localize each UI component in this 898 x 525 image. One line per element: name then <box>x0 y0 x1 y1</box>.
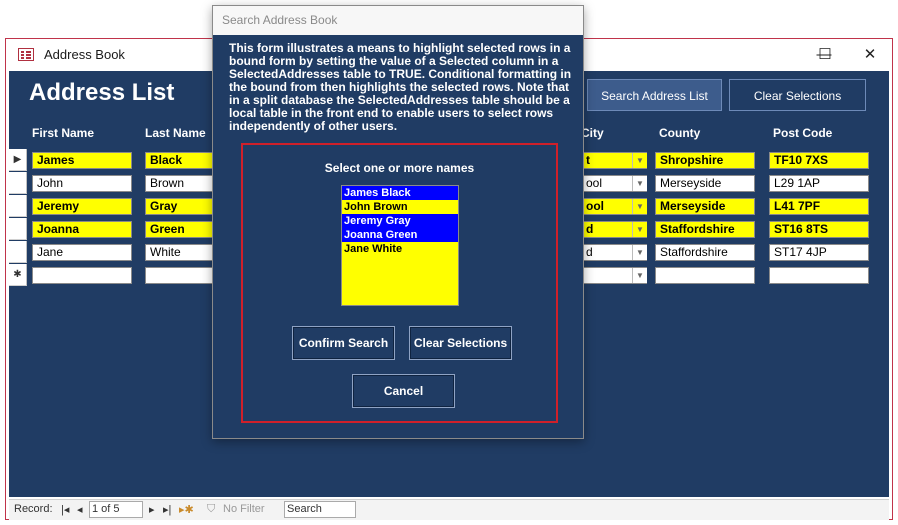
new-first-name-cell[interactable] <box>32 267 132 284</box>
form-title: Address List <box>29 79 175 106</box>
filter-icon: ⛉ <box>207 503 216 515</box>
select-names-prompt: Select one or more names <box>324 161 475 175</box>
cancel-button[interactable]: Cancel <box>352 374 455 408</box>
listbox-option[interactable]: Jeremy Gray <box>342 214 458 228</box>
chevron-down-icon[interactable]: ▼ <box>632 199 647 214</box>
last-record-icon[interactable]: ▸| <box>163 503 171 516</box>
column-header-post-code: Post Code <box>773 126 833 140</box>
chevron-down-icon[interactable]: ▼ <box>632 176 647 191</box>
post-code-cell[interactable]: L41 7PF <box>769 198 869 215</box>
column-header-last-name: Last Name <box>145 126 206 140</box>
new-county-cell[interactable] <box>655 267 755 284</box>
last-name-cell[interactable]: Green <box>145 221 215 238</box>
new-post-code-cell[interactable] <box>769 267 869 284</box>
first-name-cell[interactable]: Jeremy <box>32 198 132 215</box>
county-cell[interactable]: Merseyside <box>655 198 755 215</box>
names-listbox[interactable]: James Black John Brown Jeremy Gray Joanna G… <box>341 185 459 306</box>
close-button[interactable]: ✕ <box>847 39 893 71</box>
first-name-cell[interactable]: Jane <box>32 244 132 261</box>
search-address-list-button[interactable]: Search Address List <box>587 79 722 111</box>
county-cell[interactable]: Staffordshire <box>655 244 755 261</box>
dialog-clear-selections-button[interactable]: Clear Selections <box>409 326 512 360</box>
last-name-cell[interactable]: Black <box>145 152 215 169</box>
record-selector[interactable]: ▶ <box>9 149 27 171</box>
first-name-cell[interactable]: John <box>32 175 132 192</box>
dialog-title: Search Address Book <box>222 13 338 27</box>
record-navigation-bar: Record: |◂ ◂ 1 of 5 ▸ ▸| ▸✱ ⛉ No Filter … <box>9 499 889 520</box>
column-header-county: County <box>659 126 701 140</box>
county-cell[interactable]: Staffordshire <box>655 221 755 238</box>
post-code-cell[interactable]: ST17 4JP <box>769 244 869 261</box>
listbox-option[interactable]: Jane White <box>342 242 458 256</box>
first-record-icon[interactable]: |◂ <box>61 503 69 516</box>
last-name-cell[interactable]: Gray <box>145 198 215 215</box>
record-selector[interactable] <box>9 241 27 263</box>
record-label: Record: <box>14 503 53 515</box>
search-address-book-dialog: Search Address Book This form illustrate… <box>212 5 584 439</box>
post-code-cell[interactable]: TF10 7XS <box>769 152 869 169</box>
new-record-selector[interactable]: ✱ <box>9 264 27 286</box>
listbox-option[interactable]: John Brown <box>342 200 458 214</box>
last-name-cell[interactable]: Brown <box>145 175 215 192</box>
last-name-cell[interactable]: White <box>145 244 215 261</box>
county-cell[interactable]: Shropshire <box>655 152 755 169</box>
column-header-first-name: First Name <box>32 126 95 140</box>
record-selector[interactable] <box>9 195 27 217</box>
column-header-city: City <box>581 126 604 140</box>
record-selector[interactable] <box>9 218 27 240</box>
new-last-name-cell[interactable] <box>145 267 215 284</box>
clear-selections-button[interactable]: Clear Selections <box>729 79 866 111</box>
post-code-cell[interactable]: L29 1AP <box>769 175 869 192</box>
form-icon <box>18 48 34 61</box>
next-record-icon[interactable]: ▸ <box>149 503 155 516</box>
chevron-down-icon[interactable]: ▼ <box>632 268 647 283</box>
chevron-down-icon[interactable]: ▼ <box>632 222 647 237</box>
new-record-icon[interactable]: ▸✱ <box>179 503 194 516</box>
record-selector[interactable] <box>9 172 27 194</box>
county-cell[interactable]: Merseyside <box>655 175 755 192</box>
first-name-cell[interactable]: Joanna <box>32 221 132 238</box>
post-code-cell[interactable]: ST16 8TS <box>769 221 869 238</box>
chevron-down-icon[interactable]: ▼ <box>632 153 647 168</box>
record-position-input[interactable]: 1 of 5 <box>89 501 143 518</box>
search-input[interactable]: Search <box>284 501 356 518</box>
no-filter-label[interactable]: No Filter <box>223 503 265 515</box>
maximize-button[interactable]: ☐ <box>802 39 848 71</box>
window-title: Address Book <box>44 47 125 62</box>
confirm-search-button[interactable]: Confirm Search <box>292 326 395 360</box>
selection-frame: Select one or more names James Black John… <box>241 143 558 423</box>
listbox-option[interactable]: Joanna Green <box>342 228 458 242</box>
listbox-option[interactable]: James Black <box>342 186 458 200</box>
dialog-title-bar[interactable]: Search Address Book <box>213 6 583 35</box>
chevron-down-icon[interactable]: ▼ <box>632 245 647 260</box>
dialog-description: This form illustrates a means to highlig… <box>229 41 572 133</box>
first-name-cell[interactable]: James <box>32 152 132 169</box>
previous-record-icon[interactable]: ◂ <box>77 503 83 516</box>
